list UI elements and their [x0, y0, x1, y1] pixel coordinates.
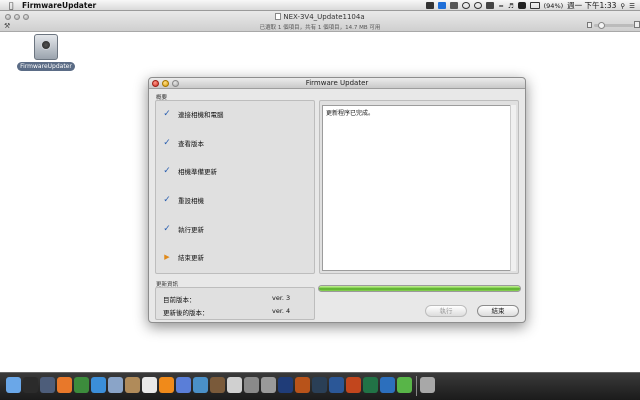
safari-icon[interactable] [91, 377, 106, 393]
log-panel: 更新程序已完成。 [319, 100, 519, 274]
current-version-label: 目前版本： [163, 296, 196, 304]
icon-size-slider[interactable] [594, 22, 634, 29]
camera-app-icon [34, 34, 58, 60]
step-item: ✓ 相機準備更新 [162, 166, 217, 176]
steps-panel: ✓ 連接相機和電腦 ✓ 查看版本 ✓ 相機準備更新 ✓ 重設相機 ✓ 執行更新 … [155, 100, 315, 274]
vlc-icon[interactable] [159, 377, 174, 393]
checkmark-icon: ✓ [163, 195, 171, 205]
firefox-icon[interactable] [57, 377, 72, 393]
step-label: 查看版本 [178, 140, 204, 148]
mission-control-icon[interactable] [40, 377, 55, 393]
large-icon-size-icon [634, 21, 640, 28]
checkmark-icon: ✓ [163, 224, 171, 234]
progress-fill [319, 286, 520, 291]
dashboard-icon[interactable] [23, 377, 38, 393]
firmware-updater-desktop-icon[interactable]: FirmwareUpdater [17, 34, 75, 71]
lightroom-icon[interactable] [312, 377, 327, 393]
current-version-value: ver. 3 [272, 294, 291, 302]
photoshop-icon[interactable] [278, 377, 293, 393]
execute-button[interactable]: 執行 [425, 305, 467, 317]
illustrator-icon[interactable] [295, 377, 310, 393]
mail-icon[interactable] [108, 377, 123, 393]
finder-window-toolbar: NEX-3V4_Update1104a ⚒ 已選取 1 個項目，共有 1 個項目… [0, 11, 640, 32]
sync-icon[interactable] [462, 2, 471, 9]
step-item: ✓ 查看版本 [162, 138, 204, 148]
iphoto-icon[interactable] [193, 377, 208, 393]
contacts-icon[interactable] [125, 377, 140, 393]
spotlight-icon[interactable]: ⚲ [620, 2, 625, 10]
notification-icon[interactable]: ☰ [629, 2, 635, 10]
itunes-icon[interactable] [176, 377, 191, 393]
step-item: ✓ 重設相機 [162, 195, 204, 205]
step-label: 連接相機和電腦 [178, 111, 224, 119]
chrome-icon[interactable] [74, 377, 89, 393]
finder-icon[interactable] [6, 377, 21, 393]
volume-icon[interactable]: ♬ [508, 2, 514, 10]
bluetooth-icon[interactable] [486, 2, 495, 9]
step-label: 重設相機 [178, 197, 204, 205]
powerpoint-icon[interactable] [346, 377, 361, 393]
clock[interactable]: 週一 下午1:33 [567, 0, 616, 11]
outlook-icon[interactable] [380, 377, 395, 393]
system-preferences-icon[interactable] [261, 377, 276, 393]
firmware-updater-dialog: Firmware Updater 概要 ✓ 連接相機和電腦 ✓ 查看版本 ✓ 相… [148, 77, 526, 323]
new-version-value: ver. 4 [272, 307, 291, 315]
messages-icon[interactable] [397, 377, 412, 393]
garageband-icon[interactable] [210, 377, 225, 393]
excel-icon[interactable] [363, 377, 378, 393]
step-label: 相機準備更新 [178, 168, 217, 176]
checkmark-icon: ✓ [163, 166, 171, 176]
finish-button[interactable]: 結束 [477, 305, 519, 317]
dropbox-icon[interactable] [438, 2, 447, 9]
dialog-title-bar[interactable]: Firmware Updater [149, 78, 525, 89]
calendar-icon[interactable] [142, 377, 157, 393]
current-step-arrow-icon: ▶ [164, 253, 170, 261]
progress-bar [318, 285, 521, 292]
log-text-area[interactable]: 更新程序已完成。 [322, 105, 516, 271]
menu-bar:  FirmwareUpdater ≈ ♬ (94%) 週一 下午1:33 ⚲ … [0, 0, 640, 11]
checkmark-icon: ✓ [163, 109, 171, 119]
time-machine-icon[interactable] [474, 2, 483, 9]
log-scrollbar[interactable] [510, 105, 516, 271]
preview-icon[interactable] [227, 377, 242, 393]
display-icon[interactable] [450, 2, 459, 9]
scanner-icon[interactable] [426, 2, 435, 9]
step-item: ✓ 連接相機和電腦 [162, 109, 224, 119]
update-info-panel: 目前版本： ver. 3 更新後的版本： ver. 4 [155, 287, 315, 320]
dock-separator [416, 376, 417, 396]
apple-menu-icon[interactable]:  [0, 1, 22, 10]
finder-title-text: NEX-3V4_Update1104a [283, 13, 365, 21]
utilities-icon[interactable] [244, 377, 259, 393]
disk-image-icon [275, 13, 282, 20]
small-icon-size-icon [587, 22, 592, 28]
step-label: 結束更新 [178, 254, 204, 262]
dock [0, 372, 640, 400]
checkmark-icon: ✓ [163, 138, 171, 148]
word-icon[interactable] [329, 377, 344, 393]
step-item: ✓ 執行更新 [162, 224, 204, 234]
input-method-icon[interactable] [517, 2, 526, 9]
dialog-title: Firmware Updater [305, 79, 369, 87]
trash-icon[interactable] [420, 377, 435, 393]
finder-window-title: NEX-3V4_Update1104a [0, 13, 640, 21]
camera-lens-icon [41, 40, 51, 50]
app-menu[interactable]: FirmwareUpdater [22, 1, 96, 10]
desktop-icon-label: FirmwareUpdater [17, 62, 75, 71]
battery-percent: (94%) [543, 1, 564, 10]
status-area: ≈ ♬ (94%) 週一 下午1:33 ⚲ ☰ [426, 0, 640, 11]
step-item-current: ▶ 結束更新 [162, 252, 204, 262]
battery-icon[interactable] [529, 2, 540, 9]
new-version-label: 更新後的版本： [163, 309, 209, 317]
slider-knob[interactable] [598, 22, 605, 29]
step-label: 執行更新 [178, 226, 204, 234]
finder-status: 已選取 1 個項目，共有 1 個項目，14.7 MB 可用 [259, 25, 381, 31]
wifi-icon[interactable]: ≈ [498, 2, 503, 10]
